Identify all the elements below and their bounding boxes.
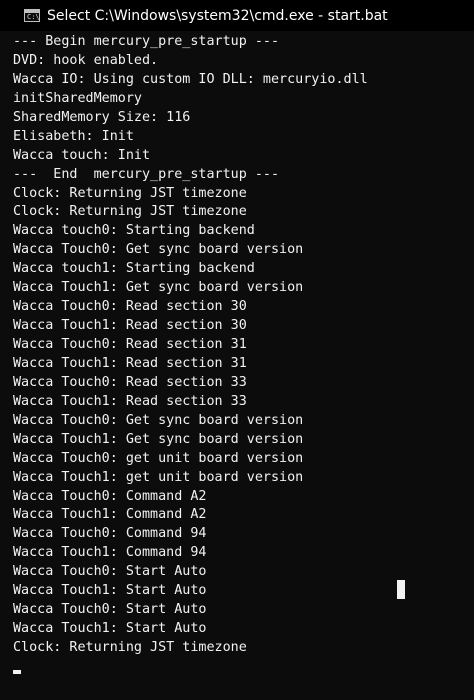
console-line: Wacca Touch0: Get sync board version — [13, 242, 304, 258]
mouse-text-cursor — [397, 580, 405, 599]
console-line: Wacca Touch0: Command 94 — [13, 526, 207, 542]
console-line: initSharedMemory — [13, 90, 142, 106]
console-line: Wacca Touch0: Read section 31 — [13, 337, 247, 352]
console-line: Wacca Touch0: Start Auto — [13, 602, 207, 618]
console-line: Wacca Touch1: Get sync board version — [13, 431, 304, 447]
console-line: Wacca IO: Using custom IO DLL: mercuryio… — [13, 71, 368, 87]
window-title: Select C:\Windows\system32\cmd.exe - sta… — [47, 7, 388, 24]
console-line: SharedMemory Size: 116 — [13, 109, 191, 125]
console-line: DVD: hook enabled. — [13, 52, 159, 68]
console-line: --- End mercury_pre_startup --- — [13, 166, 280, 182]
console-line: Clock: Returning JST timezone — [13, 640, 247, 655]
console-cursor — [13, 670, 21, 674]
console-line: Wacca touch1: Starting backend — [13, 261, 255, 277]
console-line: Wacca Touch1: Start Auto — [13, 621, 207, 637]
console-line: --- Begin mercury_pre_startup --- — [13, 34, 280, 49]
console-line: Wacca Touch1: Read section 33 — [13, 393, 247, 409]
cmd-icon-label: C:\ — [27, 13, 40, 21]
cmd-window: C:\ Select C:\Windows\system32\cmd.exe -… — [0, 0, 474, 700]
console-line: Wacca Touch0: Command A2 — [13, 488, 207, 504]
console-line: Wacca touch0: Starting backend — [13, 223, 255, 239]
console-line: Clock: Returning JST timezone — [13, 185, 247, 201]
console-line: Wacca Touch1: Read section 30 — [13, 318, 247, 334]
console-line: Wacca Touch1: Command 94 — [13, 545, 207, 561]
console-line: Wacca Touch1: Command A2 — [13, 507, 207, 523]
console-line: Wacca Touch0: Read section 33 — [13, 374, 247, 390]
console-line: Wacca Touch0: Get sync board version — [13, 412, 304, 428]
cmd-icon: C:\ — [24, 9, 40, 22]
console-line: Elisabeth: Init — [13, 128, 134, 144]
console-line: Wacca Touch1: get unit board version — [13, 469, 304, 485]
console-line: Wacca Touch1: Get sync board version — [13, 280, 304, 296]
console-line: Wacca Touch0: Read section 30 — [13, 299, 247, 315]
console-line: Wacca touch: Init — [13, 147, 151, 163]
console-output[interactable]: --- Begin mercury_pre_startup --- DVD: ho… — [13, 33, 468, 658]
console-line: Wacca Touch0: get unit board version — [13, 450, 304, 466]
console-line: Clock: Returning JST timezone — [13, 204, 247, 220]
title-bar[interactable]: C:\ Select C:\Windows\system32\cmd.exe -… — [0, 0, 474, 31]
console-line: Wacca Touch1: Read section 31 — [13, 355, 247, 371]
